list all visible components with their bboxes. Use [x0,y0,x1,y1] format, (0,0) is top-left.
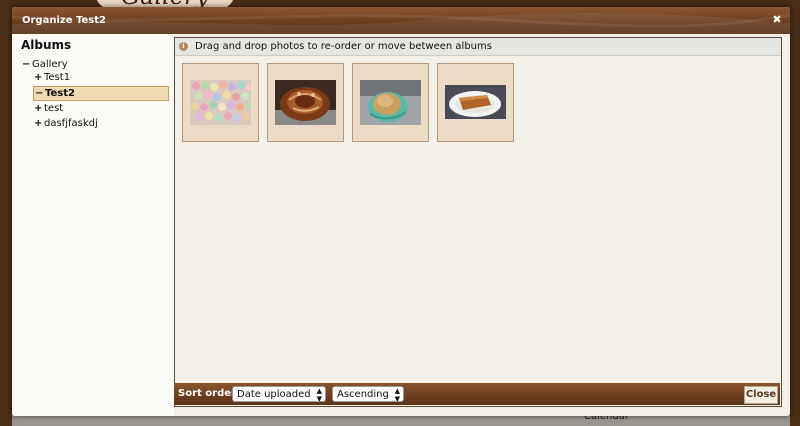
candy-photo [190,80,251,125]
cinnamon-roll-photo [275,80,336,125]
album-tree-item-test1[interactable]: + Test1 [34,71,70,84]
cake-slice-photo [445,85,506,119]
expand-icon[interactable]: + [34,71,44,84]
select-arrows-icon: ▲ ▼ [316,387,322,403]
albums-panel: Albums − Gallery + Test1 − Test2 + test + das… [12,34,174,416]
close-button[interactable]: Close [744,386,778,404]
album-tree-item-test2-selected[interactable]: − Test2 [33,86,169,101]
sort-direction-select[interactable]: Ascending ▲ ▼ [332,386,404,403]
album-label: test [44,103,64,114]
albums-heading: Albums [21,38,72,52]
album-tree-item-dasfjfaskdj[interactable]: + dasfjfaskdj [34,117,98,130]
expand-icon[interactable]: + [34,102,44,115]
sort-by-value: Date uploaded [237,389,311,400]
photo-thumbnail-cake-slice[interactable] [437,63,514,142]
collapse-icon[interactable]: − [35,87,45,100]
bottom-toolbar: Sort order Date uploaded ▲ ▼ Ascending ▲ ▼… [174,383,780,405]
close-icon[interactable]: ✖ [771,14,783,26]
album-label: Test1 [44,72,71,83]
select-arrows-icon: ▲ ▼ [394,387,400,403]
info-message: Drag and drop photos to re-order or move… [195,41,492,52]
album-tree-item-test[interactable]: + test [34,102,63,115]
info-bar: i Drag and drop photos to re-order or mo… [175,38,781,56]
sort-order-label: Sort order [178,388,236,399]
dialog-titlebar[interactable]: Organize Test2 ✖ [12,7,790,34]
photo-thumbnail-cinnamon-roll[interactable] [267,63,344,142]
collapse-icon[interactable]: − [22,58,32,71]
sort-by-select[interactable]: Date uploaded ▲ ▼ [232,386,326,403]
album-label: Gallery [32,59,68,70]
sort-direction-value: Ascending [337,389,389,400]
cupcake-photo [360,80,421,125]
info-icon: i [179,42,188,51]
photo-drop-area[interactable]: i Drag and drop photos to re-order or mo… [174,37,782,407]
dialog-title: Organize Test2 [22,15,106,26]
album-label: dasfjfaskdj [44,118,98,129]
titlebar-wave [12,12,790,34]
photo-thumbnail-candy[interactable] [182,63,259,142]
album-tree-item-gallery[interactable]: − Gallery [22,58,68,71]
photo-thumbnail-cupcake[interactable] [352,63,429,142]
organize-dialog: Organize Test2 ✖ Albums − Gallery + Test1 … [12,7,790,416]
expand-icon[interactable]: + [34,117,44,130]
album-label: Test2 [45,88,75,99]
